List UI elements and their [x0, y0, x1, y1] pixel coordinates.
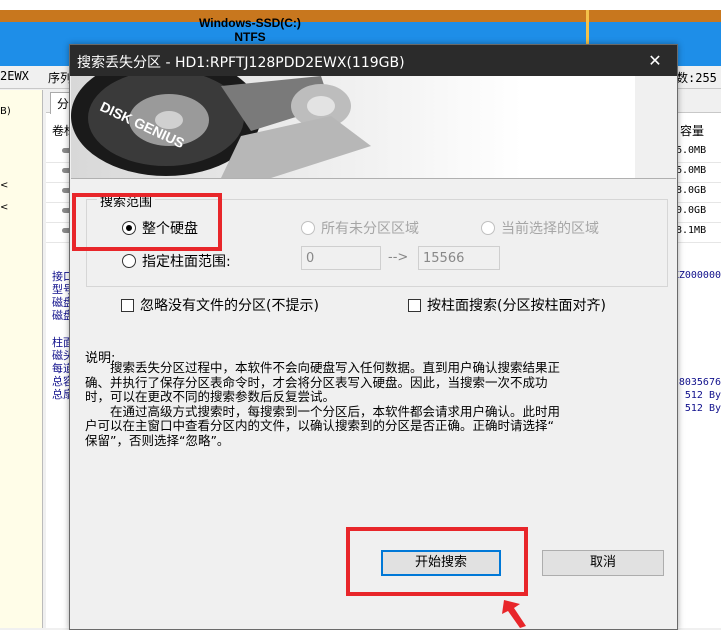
radio-current-label: 当前选择的区域: [501, 221, 599, 237]
close-icon: ✕: [648, 51, 662, 70]
property-value: 28035676: [672, 377, 721, 388]
notes-text: 搜索丢失分区过程中，本软件不会向硬盘写入任何数据。直到用户确认搜索结果正 确、并…: [85, 360, 665, 448]
notes-line: 时，可以在更改不同的搜索参数后反复尝试。: [85, 389, 336, 404]
radio-icon: [481, 221, 495, 235]
radio-unpartitioned-label: 所有未分区区域: [321, 221, 419, 237]
hard-disk-illustration: DISK GENIUS: [71, 76, 371, 178]
dialog-titlebar[interactable]: 搜索丢失分区 - HD1:RPFTJ128PDD2EWX(119GB) ✕: [70, 45, 677, 76]
radio-icon: [301, 221, 315, 235]
notes-line: 在通过高级方式搜索时，每搜索到一个分区后，本软件都会请求用户确认。此时用: [85, 403, 561, 419]
close-button[interactable]: ✕: [633, 45, 677, 76]
cylinder-from-field[interactable]: 0: [301, 246, 381, 270]
checkbox-ignore-empty[interactable]: 忽略没有文件的分区(不提示): [121, 295, 319, 315]
notes-line: 保留”，否则选择“忽略”。: [85, 432, 230, 448]
arrow-annotation-icon: [502, 600, 526, 628]
banner-image: DISK GENIUS: [71, 76, 635, 178]
notes-line: 确、并执行了保存分区表命令时，才会将分区表写入硬盘。因此，当搜索一次不成功: [85, 374, 548, 390]
range-arrow: -->: [388, 250, 409, 265]
property-value: 512 By: [684, 390, 721, 401]
banner-separator: [71, 178, 676, 179]
partition-name: Windows-SSD(C:): [199, 16, 301, 30]
radio-current-region[interactable]: 当前选择的区域: [481, 218, 599, 238]
notes-line: 户可以在主窗口中查看分区内的文件，以确认搜索到的分区是否正确。正确时请选择“: [85, 418, 554, 433]
highlight-box-start-button: [346, 527, 528, 596]
notes-line: 搜索丢失分区过程中，本软件不会向硬盘写入任何数据。直到用户确认搜索结果正: [85, 360, 561, 375]
checkbox-icon: [408, 298, 421, 312]
disk-model-suffix: 2EWX: [0, 69, 29, 83]
dialog-title: 搜索丢失分区 - HD1:RPFTJ128PDD2EWX(119GB): [77, 55, 405, 71]
volume-size: 8.0GB: [676, 185, 707, 196]
sector-count-label: 数:255: [676, 71, 717, 85]
volume-size: 0.0GB: [676, 205, 707, 216]
tree-item-text: B): [0, 106, 11, 117]
checkbox-icon: [121, 298, 134, 312]
tree-marker: <: [0, 202, 9, 213]
volume-size: 6.0MB: [676, 165, 707, 176]
property-value: KZ000000: [672, 270, 721, 281]
checkbox-ignore-label: 忽略没有文件的分区(不提示): [140, 298, 319, 314]
checkbox-by-cylinder[interactable]: 按柱面搜索(分区按柱面对齐): [408, 295, 606, 315]
disk-bar-top-strip: [0, 10, 721, 22]
cylinder-to-field[interactable]: 15566: [418, 246, 500, 270]
volume-size: 6.0MB: [676, 145, 707, 156]
property-value: 512 By: [684, 403, 721, 414]
partition-label: Windows-SSD(C:) NTFS: [160, 16, 340, 44]
column-header-capacity[interactable]: 容量: [680, 122, 704, 139]
radio-cylinder-range[interactable]: 指定柱面范围:: [122, 251, 231, 271]
partition-fs: NTFS: [234, 30, 266, 44]
tree-marker: <: [0, 180, 9, 191]
checkbox-cylinder-label: 按柱面搜索(分区按柱面对齐): [427, 298, 606, 314]
highlight-box-whole-disk: [72, 193, 222, 251]
radio-unpartitioned[interactable]: 所有未分区区域: [301, 218, 419, 238]
radio-cylinder-label: 指定柱面范围:: [142, 254, 231, 270]
cancel-button[interactable]: 取消: [542, 550, 664, 576]
disk-tree-pane[interactable]: B) < <: [0, 90, 43, 628]
radio-icon: [122, 254, 136, 268]
volume-size: 8.1MB: [676, 225, 707, 236]
